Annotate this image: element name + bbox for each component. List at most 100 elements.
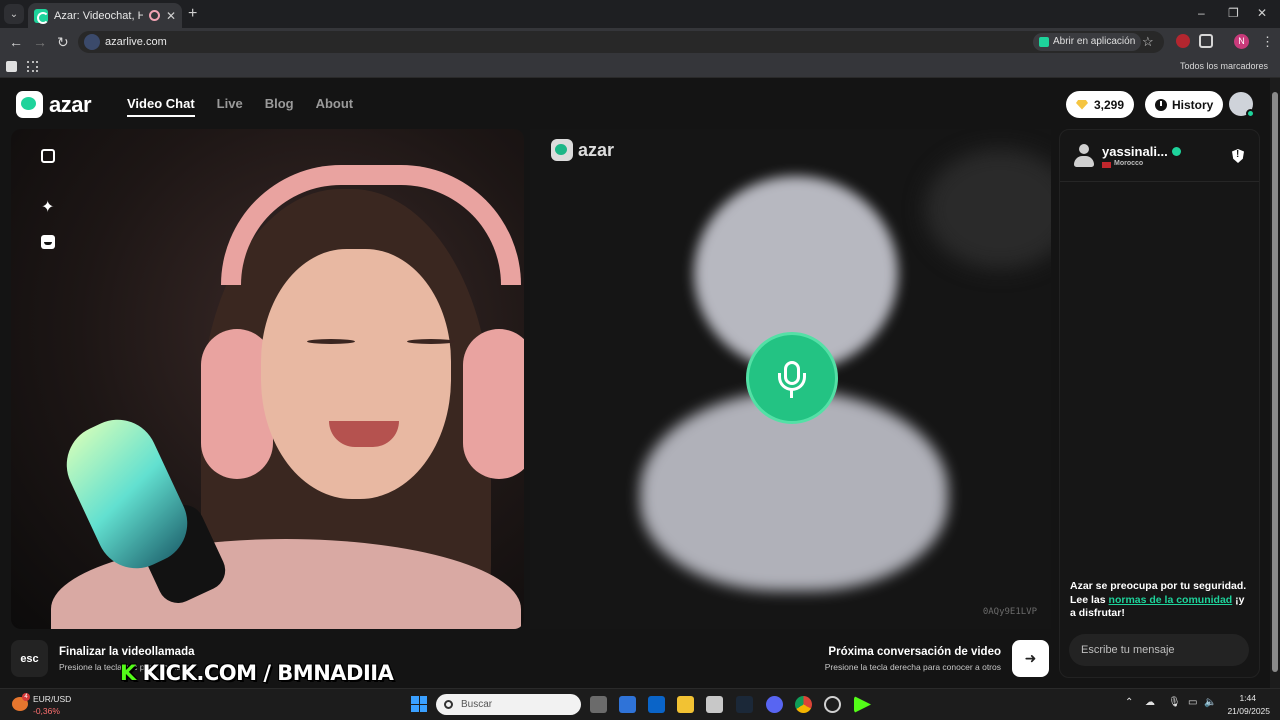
volume-icon[interactable]: 🔈 xyxy=(1204,697,1216,708)
video-eye-right xyxy=(407,339,455,344)
microphone-stem xyxy=(790,390,793,398)
partner-avatar-icon[interactable] xyxy=(1074,144,1094,168)
maximize-button[interactable]: ❐ xyxy=(1228,6,1239,20)
page-scrollbar[interactable] xyxy=(1270,78,1280,688)
gem-icon xyxy=(1076,99,1088,110)
next-video-title: Próxima conversación de video xyxy=(828,646,1001,658)
sparkle-icon[interactable]: ✦ xyxy=(41,200,57,216)
partner-country: Morocco xyxy=(1114,160,1144,167)
microphone-arc xyxy=(778,373,806,391)
apps-grid-icon[interactable] xyxy=(27,61,38,72)
next-arrow-icon: ➜ xyxy=(1024,650,1037,666)
address-bar[interactable]: azarlive.com Abrir en aplicación ☆ xyxy=(78,31,1164,53)
chat-panel: yassinali... Morocco Azar se preocupa po… xyxy=(1059,129,1260,678)
new-tab-button[interactable]: + xyxy=(188,5,197,23)
nav-video-chat[interactable]: Video Chat xyxy=(127,96,195,117)
extensions-puzzle-icon[interactable] xyxy=(1199,34,1213,48)
partner-username[interactable]: yassinali... xyxy=(1102,144,1168,159)
search-placeholder: Buscar xyxy=(461,699,493,710)
bookmark-star-icon[interactable]: ☆ xyxy=(1142,34,1154,50)
open-in-app-button[interactable]: Abrir en aplicación xyxy=(1033,33,1142,51)
history-button[interactable]: History xyxy=(1145,91,1224,118)
search-icon xyxy=(444,700,453,709)
kick-channel-text: KICK.COM / BMNADIIA xyxy=(135,661,394,685)
end-call-esc-button[interactable]: esc xyxy=(11,640,48,677)
obs-icon[interactable] xyxy=(824,696,841,713)
azar-logo[interactable]: azar xyxy=(16,91,92,118)
gems-balance-button[interactable]: 3,299 xyxy=(1066,91,1135,118)
nav-live[interactable]: Live xyxy=(217,96,243,117)
media-player-icon[interactable] xyxy=(854,696,871,713)
site-info-icon[interactable] xyxy=(84,34,100,50)
video-headphone-right xyxy=(463,329,524,479)
azar-page: azar Video Chat Live Blog About 3,299 Hi… xyxy=(0,78,1270,688)
expand-icon[interactable] xyxy=(41,149,57,165)
morocco-flag-icon xyxy=(1102,162,1111,168)
watermark-text: azar xyxy=(578,139,615,160)
url-text: azarlive.com xyxy=(105,36,167,48)
taskbar-search-box[interactable]: Buscar xyxy=(436,694,581,715)
online-dot-icon xyxy=(1246,109,1255,118)
tab-title: Azar: Videochat, Haz nuevo xyxy=(54,9,143,22)
tab-search-button[interactable]: ⌄ xyxy=(4,4,24,24)
display-icon[interactable]: ▭ xyxy=(1188,697,1197,708)
next-video-button[interactable]: ➜ xyxy=(1012,640,1049,677)
video-face xyxy=(261,249,451,499)
back-arrow-icon[interactable]: ← xyxy=(9,34,23,50)
blurred-background xyxy=(925,149,1051,269)
clock-icon xyxy=(1155,98,1167,111)
all-bookmarks-link[interactable]: Todos los marcadores xyxy=(1180,61,1268,71)
community-guidelines-link[interactable]: normas de la comunidad xyxy=(1109,594,1233,606)
app-icon xyxy=(1039,37,1049,47)
nav-blog[interactable]: Blog xyxy=(265,96,294,117)
windows-start-icon[interactable] xyxy=(411,696,427,712)
task-view-icon[interactable] xyxy=(590,696,607,713)
chrome-icon[interactable] xyxy=(795,696,812,713)
azar-watermark: azar xyxy=(551,139,614,161)
taskbar-time[interactable]: 1:44 xyxy=(1239,693,1256,703)
tray-mic-icon[interactable]: 🎙 xyxy=(1168,697,1181,708)
browser-toolbar: ← → ↻ azarlive.com Abrir en aplicación ☆ xyxy=(0,28,1280,56)
steam-icon[interactable] xyxy=(736,696,753,713)
chat-header: yassinali... Morocco xyxy=(1060,130,1259,182)
bookmark-page-icon[interactable] xyxy=(6,61,17,72)
browser-tab-strip: ⌄ Azar: Videochat, Haz nuevo ✕ + – ❐ ✕ xyxy=(0,0,1280,28)
reload-icon[interactable]: ↻ xyxy=(57,34,69,51)
discord-icon[interactable] xyxy=(766,696,783,713)
tray-overflow-icon[interactable]: ⌃ xyxy=(1125,697,1133,708)
file-explorer-icon[interactable] xyxy=(677,696,694,713)
sticker-icon[interactable] xyxy=(41,235,57,251)
logo-text: azar xyxy=(49,91,92,117)
scroll-thumb[interactable] xyxy=(1272,92,1278,672)
online-status-icon xyxy=(1172,147,1181,156)
chat-message-input[interactable] xyxy=(1069,634,1249,666)
session-code: 0AQy9E1LVP xyxy=(982,607,1037,617)
user-profile-avatar[interactable] xyxy=(1229,92,1255,118)
extension-icon[interactable] xyxy=(1176,34,1190,48)
kick-channel-overlay: K KICK.COM / BMNADIIA xyxy=(120,661,394,685)
fx-pair[interactable]: EUR/USD xyxy=(33,694,71,704)
outlook-icon[interactable] xyxy=(648,696,665,713)
remote-video-feed: azar 0AQy9E1LVP xyxy=(530,129,1051,629)
taskbar-date[interactable]: 21/09/2025 xyxy=(1227,706,1270,716)
nav-about[interactable]: About xyxy=(316,96,354,117)
bookmarks-bar: Todos los marcadores xyxy=(0,56,1280,78)
video-eye-left xyxy=(307,339,355,344)
microphone-button[interactable] xyxy=(746,332,838,424)
close-tab-icon[interactable]: ✕ xyxy=(166,9,176,23)
minimize-button[interactable]: – xyxy=(1198,6,1205,20)
browser-menu-icon[interactable]: ⋮ xyxy=(1261,34,1274,50)
recording-indicator-icon xyxy=(148,10,160,21)
browser-profile-avatar[interactable]: N xyxy=(1234,34,1249,49)
photos-icon[interactable] xyxy=(706,696,723,713)
forward-arrow-icon[interactable]: → xyxy=(33,34,47,50)
local-video-feed: ✦ xyxy=(11,129,524,629)
fx-change: -0,36% xyxy=(33,706,60,716)
windows-taskbar: 4 EUR/USD -0,36% Buscar ⌃ ☁ 🎙 ▭ 🔈 1:44 2… xyxy=(0,688,1280,720)
widget-badge: 4 xyxy=(22,693,30,701)
close-window-button[interactable]: ✕ xyxy=(1257,6,1267,20)
store-icon[interactable] xyxy=(619,696,636,713)
browser-tab-azar[interactable]: Azar: Videochat, Haz nuevo ✕ xyxy=(28,3,182,28)
report-shield-icon[interactable] xyxy=(1232,149,1244,163)
onedrive-icon[interactable]: ☁ xyxy=(1145,697,1155,708)
